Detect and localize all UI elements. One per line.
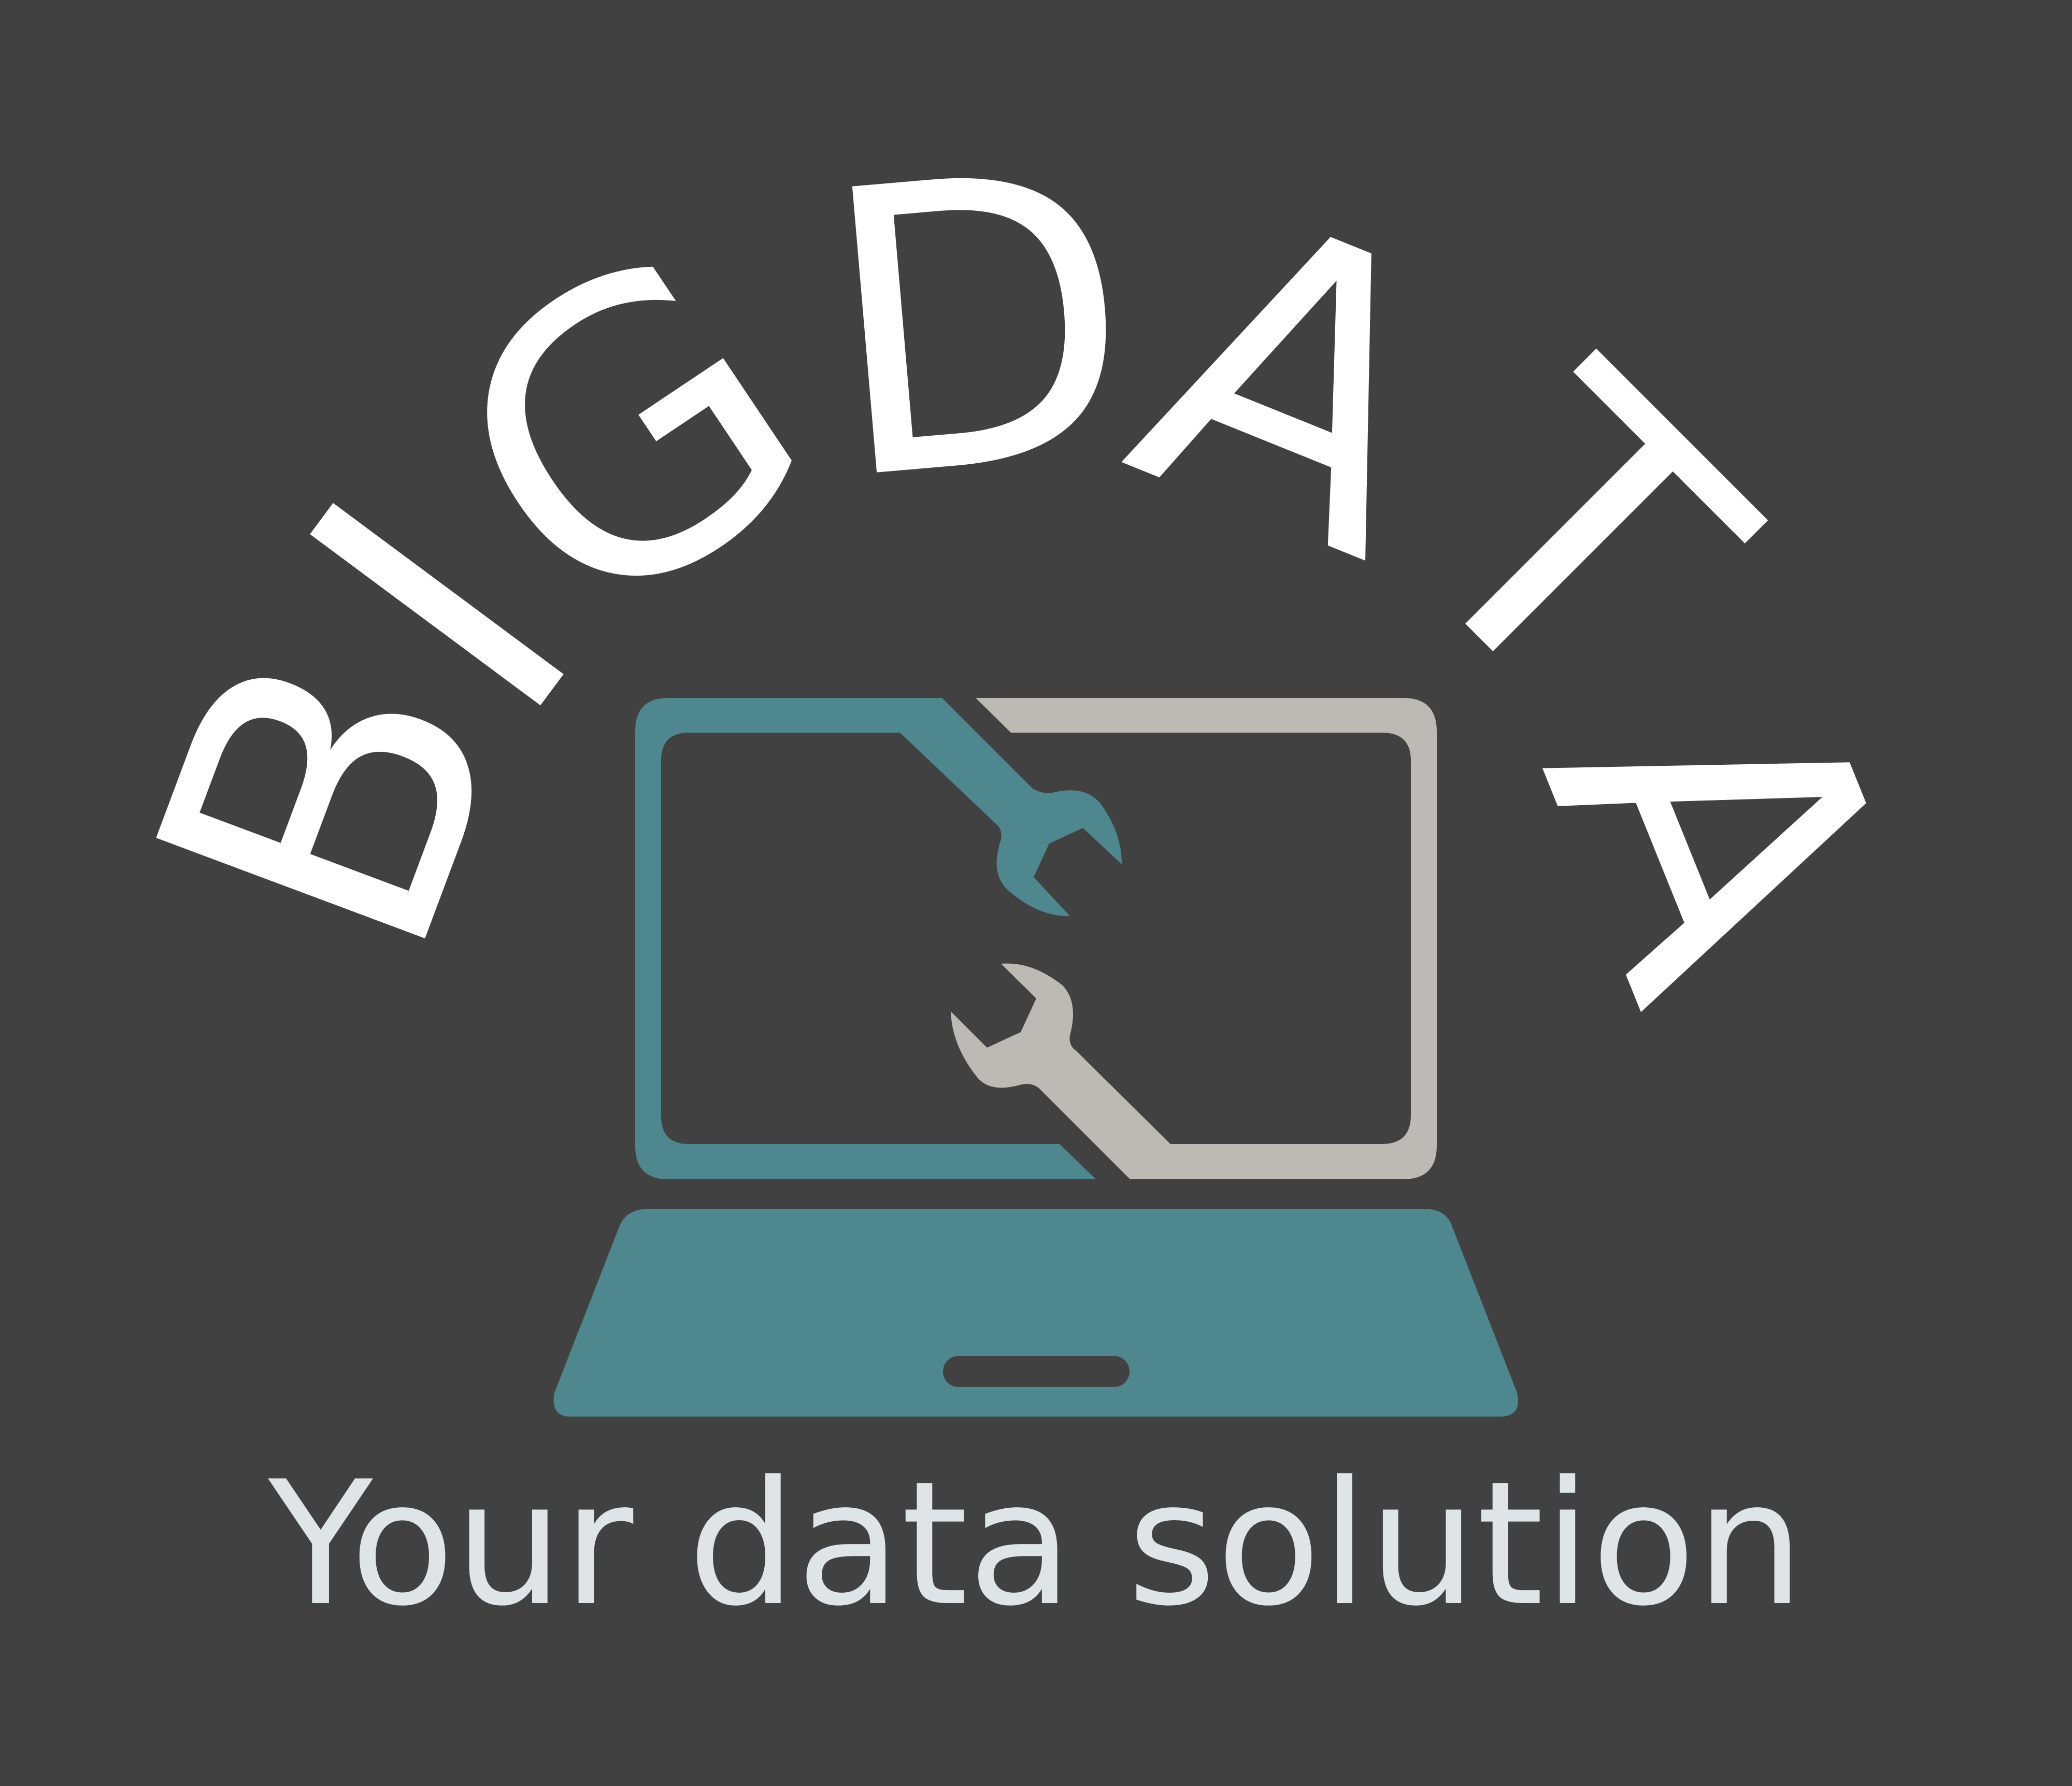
logo-graphic: B I G D A T A Your data solution (0, 0, 2072, 1786)
trackpad (943, 1356, 1130, 1387)
wordmark-letter-d: D (807, 87, 1149, 569)
logo: B I G D A T A Your data solution (0, 0, 2072, 1786)
tagline: Your data solution (266, 1445, 1805, 1644)
